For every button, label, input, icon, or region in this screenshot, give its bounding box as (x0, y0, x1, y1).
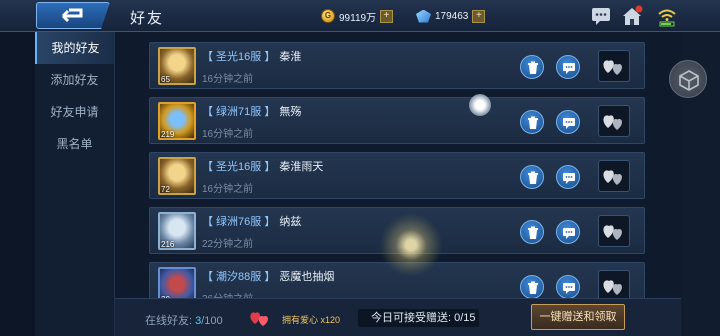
send-gift-button[interactable] (598, 50, 630, 82)
hearts-icon (603, 60, 622, 75)
sidebar-item-my-friends[interactable]: 我的好友 (35, 32, 114, 64)
friend-row: 219 【 绿洲71服 】無殇 16分钟之前 (149, 97, 645, 144)
friend-last-online: 22分钟之前 (202, 239, 254, 250)
hearts-icon (603, 170, 622, 185)
friend-server-name: 【 绿洲76服 】纳兹 (202, 216, 302, 228)
gold-amount: 99119万 (339, 12, 377, 24)
sidebar-item-friend-requests[interactable]: 好友申请 (35, 96, 114, 128)
message-icon (563, 283, 575, 294)
top-bar: 好友 G 99119万 + 179463 + (0, 0, 720, 32)
delete-friend-button[interactable] (520, 220, 544, 244)
friend-last-online: 16分钟之前 (202, 74, 254, 85)
gold-coin-icon: G (321, 9, 335, 23)
trash-icon (528, 226, 538, 239)
friend-server-name: 【 潮汐88服 】恶魔也抽烟 (202, 271, 335, 283)
hearts-icon (603, 225, 622, 240)
trash-icon (528, 281, 538, 294)
gem-amount: 179463 (435, 10, 469, 22)
friend-avatar[interactable]: 65 (158, 47, 196, 85)
love-count: 拥有爱心 x120 (282, 315, 341, 325)
chat-friend-button[interactable] (556, 165, 580, 189)
friend-level: 72 (161, 185, 170, 194)
friend-server-name: 【 绿洲71服 】無殇 (202, 106, 302, 118)
chat-friend-button[interactable] (556, 110, 580, 134)
one-click-send-receive-button[interactable]: 一键赠送和领取 (531, 304, 625, 330)
back-button[interactable] (36, 2, 110, 29)
trash-icon (528, 171, 538, 184)
friend-level: 219 (161, 130, 175, 139)
friend-last-online: 16分钟之前 (202, 184, 254, 195)
sidebar: 我的好友 添加好友 好友申请 黑名单 (35, 32, 115, 336)
friend-name: 無殇 (279, 106, 302, 118)
friend-avatar[interactable]: 20 (158, 267, 196, 298)
send-gift-button[interactable] (598, 215, 630, 247)
send-gift-button[interactable] (598, 270, 630, 298)
friend-row: 65 【 圣光16服 】秦淮 16分钟之前 (149, 42, 645, 89)
home-icon[interactable] (621, 5, 643, 27)
message-icon (563, 118, 575, 129)
add-gold-button[interactable]: + (380, 9, 394, 23)
send-gift-button[interactable] (598, 160, 630, 192)
friend-level: 65 (161, 75, 170, 84)
friend-avatar[interactable]: 216 (158, 212, 196, 250)
message-icon (563, 63, 575, 74)
delete-friend-button[interactable] (520, 165, 544, 189)
friend-name: 纳兹 (279, 216, 302, 228)
send-gift-button[interactable] (598, 105, 630, 137)
chat-friend-button[interactable] (556, 55, 580, 79)
hearts-icon (603, 115, 622, 130)
sidebar-item-blacklist[interactable]: 黑名单 (35, 128, 114, 160)
friend-last-online: 16分钟之前 (202, 129, 254, 140)
friend-avatar[interactable]: 219 (158, 102, 196, 140)
friend-level: 216 (161, 240, 175, 249)
friend-server-name: 【 圣光16服 】秦淮 (202, 51, 302, 63)
daily-receive-limit: 今日可接受赠送: 0/15 (358, 309, 479, 327)
hearts-icon (603, 280, 622, 295)
back-arrow-icon (61, 8, 83, 23)
bottom-bar: 在线好友: 3/100 拥有爱心 x120 今日可接受赠送: 0/15 一键赠送… (115, 298, 681, 336)
chat-icon[interactable] (590, 5, 612, 27)
trash-icon (528, 116, 538, 129)
chat-friend-button[interactable] (556, 220, 580, 244)
add-gem-button[interactable]: + (472, 9, 486, 23)
message-icon (563, 228, 575, 239)
friend-name: 秦淮雨天 (279, 161, 324, 173)
sparkle-effect (380, 214, 442, 276)
diamond-icon (416, 9, 431, 23)
delete-friend-button[interactable] (520, 110, 544, 134)
friend-server-name: 【 圣光16服 】秦淮雨天 (202, 161, 324, 173)
page-title: 好友 (130, 10, 165, 27)
friend-avatar[interactable]: 72 (158, 157, 196, 195)
message-icon (563, 173, 575, 184)
delete-friend-button[interactable] (520, 275, 544, 298)
love-hearts-icon (250, 312, 268, 326)
cube-icon (679, 70, 699, 91)
online-friends-count: 在线好友: 3/100 (145, 315, 223, 327)
friend-name: 恶魔也抽烟 (279, 271, 335, 283)
friend-row: 72 【 圣光16服 】秦淮雨天 16分钟之前 (149, 152, 645, 199)
trash-icon (528, 61, 538, 74)
gem-counter: 179463 + (416, 7, 486, 25)
delete-friend-button[interactable] (520, 55, 544, 79)
floating-touch-dot[interactable] (469, 94, 491, 116)
gold-counter: G 99119万 + (321, 7, 394, 25)
floating-assistant-button[interactable] (669, 60, 707, 98)
sidebar-item-add-friend[interactable]: 添加好友 (35, 64, 114, 96)
chat-friend-button[interactable] (556, 275, 580, 298)
friend-name: 秦淮 (279, 51, 302, 63)
wifi-battery-icon (658, 9, 676, 27)
friend-last-online: 26分钟之前 (202, 290, 253, 298)
